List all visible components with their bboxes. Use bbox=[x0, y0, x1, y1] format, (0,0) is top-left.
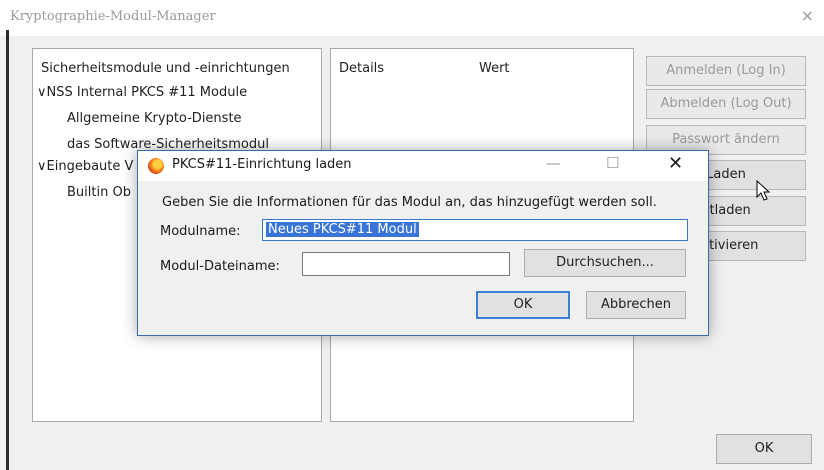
chevron-down-icon[interactable]: ∨ bbox=[37, 85, 47, 100]
maximize-icon[interactable]: ☐ bbox=[606, 154, 619, 172]
tree-item-label: Builtin Ob bbox=[67, 185, 131, 200]
tree-item-label: Eingebaute V bbox=[46, 159, 134, 174]
tree-item-builtin[interactable]: ∨Eingebaute V bbox=[37, 159, 133, 174]
window-close-icon[interactable]: × bbox=[801, 6, 814, 25]
title-bar: Kryptographie-Modul-Manager × bbox=[0, 0, 824, 36]
tree-item-label: NSS Internal PKCS #11 Module bbox=[46, 85, 248, 100]
firefox-icon bbox=[148, 158, 164, 174]
module-name-label: Modulname: bbox=[160, 224, 241, 239]
dialog-instruction: Geben Sie die Informationen für das Modu… bbox=[162, 195, 657, 210]
dialog-title-bar: PKCS#11-Einrichtung laden — ☐ ✕ bbox=[138, 151, 708, 181]
window-title: Kryptographie-Modul-Manager bbox=[10, 9, 216, 24]
window-left-edge bbox=[6, 30, 9, 470]
logout-button[interactable]: Abmelden (Log Out) bbox=[646, 89, 806, 119]
mouse-pointer-icon bbox=[756, 180, 771, 201]
dialog-title: PKCS#11-Einrichtung laden bbox=[172, 157, 352, 172]
tree-item-general-crypto[interactable]: Allgemeine Krypto-Dienste bbox=[67, 111, 242, 126]
chevron-down-icon[interactable]: ∨ bbox=[37, 159, 47, 174]
dialog-cancel-button[interactable]: Abbrechen bbox=[586, 291, 686, 319]
module-name-selected-text: Neues PKCS#11 Modul bbox=[266, 222, 419, 237]
module-name-input[interactable]: Neues PKCS#11 Modul bbox=[262, 219, 688, 241]
tree-item-label: Allgemeine Krypto-Dienste bbox=[67, 111, 242, 126]
value-column-header: Wert bbox=[479, 61, 510, 76]
tree-column-header: Sicherheitsmodule und -einrichtungen bbox=[41, 61, 290, 76]
login-button[interactable]: Anmelden (Log In) bbox=[646, 56, 806, 86]
minimize-icon[interactable]: — bbox=[546, 154, 561, 172]
ok-button[interactable]: OK bbox=[716, 434, 812, 464]
module-file-label: Modul-Dateiname: bbox=[160, 259, 280, 274]
module-file-input[interactable] bbox=[302, 252, 510, 276]
browse-button[interactable]: Durchsuchen... bbox=[524, 249, 686, 277]
tree-item-builtin-objects[interactable]: Builtin Ob bbox=[67, 185, 131, 200]
tree-item-nss-internal[interactable]: ∨NSS Internal PKCS #11 Module bbox=[37, 85, 247, 100]
dialog-close-icon[interactable]: ✕ bbox=[668, 153, 683, 174]
dialog-ok-button[interactable]: OK bbox=[476, 291, 570, 319]
load-pkcs11-dialog: PKCS#11-Einrichtung laden — ☐ ✕ Geben Si… bbox=[137, 150, 709, 336]
details-column-header: Details bbox=[339, 61, 385, 76]
